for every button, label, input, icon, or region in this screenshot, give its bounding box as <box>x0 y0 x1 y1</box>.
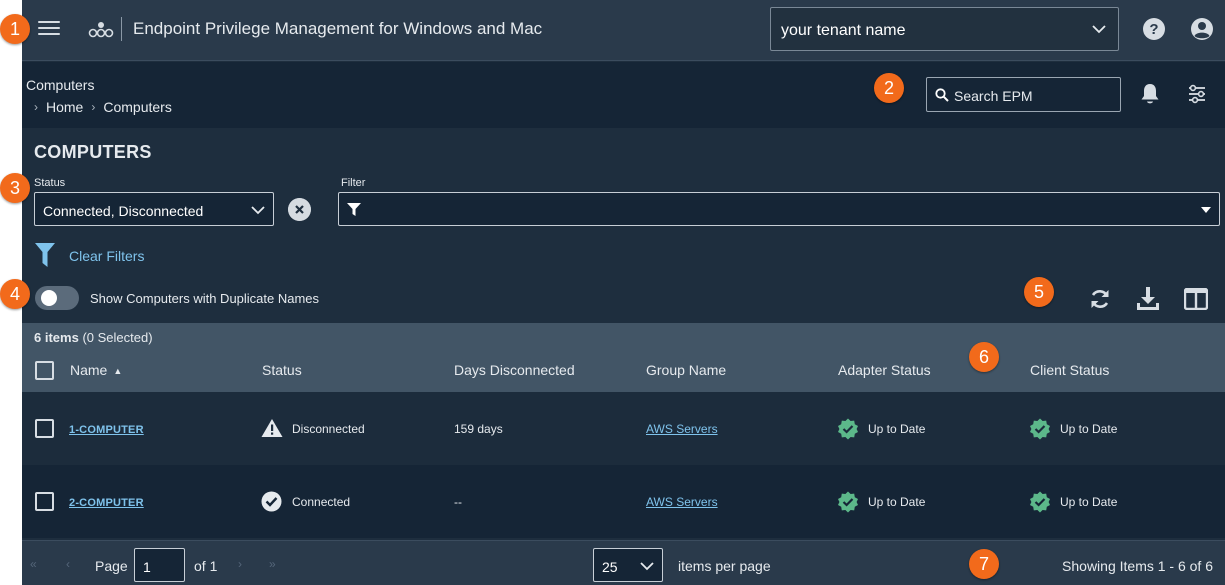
page-title: COMPUTERS <box>34 142 152 162</box>
svg-text:?: ? <box>1149 21 1158 38</box>
user-account-icon[interactable] <box>1190 17 1214 41</box>
breadcrumb-home[interactable]: Home <box>46 99 83 115</box>
days-disconnected: -- <box>454 495 462 509</box>
duplicate-names-label: Show Computers with Duplicate Names <box>90 291 320 306</box>
callout-badge-1: 1 <box>0 14 30 44</box>
items-count: 6 items (0 Selected) <box>34 330 153 345</box>
clear-filters-link[interactable]: Clear Filters <box>69 248 144 264</box>
days-disconnected: 159 days <box>454 422 503 436</box>
column-header-adapter-status[interactable]: Adapter Status <box>838 362 931 378</box>
download-icon[interactable] <box>1136 286 1160 312</box>
chevron-down-icon <box>251 206 265 215</box>
refresh-icon[interactable] <box>1088 287 1112 311</box>
callout-badge-5: 5 <box>1024 277 1054 307</box>
filter-label: Filter <box>341 177 366 189</box>
row-checkbox[interactable] <box>35 419 54 438</box>
row-checkbox[interactable] <box>35 492 54 511</box>
pagination-bar: « ‹ Page 1 of 1 › » 25 items per page Sh… <box>22 540 1225 585</box>
client-status: Up to Date <box>1060 422 1118 436</box>
logo-icon <box>88 22 114 38</box>
column-header-days-disconnected[interactable]: Days Disconnected <box>454 362 575 378</box>
items-count-total: 6 items <box>34 330 79 345</box>
items-count-selected: (0 Selected) <box>82 330 153 345</box>
breadcrumb-computers[interactable]: Computers <box>103 99 171 115</box>
status-text: Disconnected <box>292 422 365 436</box>
page-total: of 1 <box>194 558 218 574</box>
column-header-group-name[interactable]: Group Name <box>646 362 726 378</box>
breadcrumb-separator: › <box>34 100 38 114</box>
tenant-value: your tenant name <box>781 22 906 39</box>
previous-page-icon[interactable]: ‹ <box>66 557 70 571</box>
verified-badge-icon <box>838 491 858 513</box>
items-per-page-value: 25 <box>602 559 618 575</box>
status-select[interactable]: Connected, Disconnected <box>34 192 274 226</box>
sort-ascending-icon[interactable]: ▲ <box>113 366 122 376</box>
bell-icon[interactable] <box>1139 82 1161 106</box>
next-page-icon[interactable]: › <box>238 557 242 571</box>
table-row[interactable]: 1-COMPUTER Disconnected 159 days AWS Ser… <box>22 392 1225 465</box>
search-input[interactable]: Search EPM <box>926 77 1121 112</box>
top-bar: Endpoint Privilege Management for Window… <box>22 0 1225 61</box>
callout-badge-4: 4 <box>0 279 30 309</box>
column-header-status[interactable]: Status <box>262 362 302 378</box>
filter-select[interactable] <box>338 192 1220 226</box>
status-select-value: Connected, Disconnected <box>43 203 204 219</box>
breadcrumb-title: Computers <box>26 77 95 93</box>
caret-down-icon <box>1201 207 1211 213</box>
status-label: Status <box>34 177 66 189</box>
search-placeholder: Search EPM <box>954 88 1033 104</box>
breadcrumb-bar: Computers › Home › Computers Search EPM <box>22 62 1225 128</box>
app-title: Endpoint Privilege Management for Window… <box>133 19 543 38</box>
page-number-value: 1 <box>143 559 151 575</box>
breadcrumb-separator: › <box>91 100 96 114</box>
verified-badge-icon <box>1030 418 1050 440</box>
warning-icon <box>261 419 283 437</box>
columns-icon[interactable] <box>1184 288 1208 310</box>
showing-items: Showing Items 1 - 6 of 6 <box>1062 558 1213 574</box>
filter-icon <box>35 243 55 267</box>
select-all-checkbox[interactable] <box>35 361 54 380</box>
title-divider <box>121 17 122 41</box>
group-name-link[interactable]: AWS Servers <box>646 495 718 509</box>
filter-icon <box>347 203 361 216</box>
search-icon <box>935 88 949 102</box>
computer-name-link[interactable]: 1-COMPUTER <box>69 424 144 436</box>
items-per-page-label: items per page <box>678 558 771 574</box>
grid-header: 6 items (0 Selected) Name ▲ Status Days D… <box>22 323 1225 392</box>
group-name-link[interactable]: AWS Servers <box>646 422 718 436</box>
toggle-knob <box>41 290 57 306</box>
breadcrumb: › Home › Computers <box>34 99 172 115</box>
chevron-down-icon <box>1092 25 1106 34</box>
menu-icon[interactable] <box>38 18 60 40</box>
callout-badge-2: 2 <box>874 73 904 103</box>
callout-badge-7: 7 <box>969 549 999 579</box>
check-circle-icon <box>261 491 282 512</box>
tenant-select[interactable]: your tenant name <box>770 7 1119 51</box>
page-label: Page <box>95 558 128 574</box>
verified-badge-icon <box>838 418 858 440</box>
callout-badge-3: 3 <box>0 173 30 203</box>
duplicate-names-toggle[interactable] <box>35 286 79 310</box>
client-status: Up to Date <box>1060 495 1118 509</box>
adapter-status: Up to Date <box>868 422 926 436</box>
help-icon[interactable]: ? <box>1142 17 1166 41</box>
clear-status-icon[interactable] <box>288 198 311 221</box>
callout-badge-6: 6 <box>969 342 999 372</box>
items-per-page-select[interactable]: 25 <box>593 548 663 582</box>
column-header-name-label: Name <box>70 362 108 378</box>
table-row[interactable]: 2-COMPUTER Connected -- AWS Servers Up t… <box>22 465 1225 538</box>
chevron-down-icon <box>640 562 654 571</box>
column-header-client-status[interactable]: Client Status <box>1030 362 1109 378</box>
page-number-input[interactable]: 1 <box>134 548 185 582</box>
computer-name-link[interactable]: 2-COMPUTER <box>69 497 144 509</box>
column-header-name[interactable]: Name ▲ <box>70 362 122 378</box>
settings-sliders-icon[interactable] <box>1187 84 1207 104</box>
adapter-status: Up to Date <box>868 495 926 509</box>
status-text: Connected <box>292 495 351 509</box>
verified-badge-icon <box>1030 491 1050 513</box>
last-page-icon[interactable]: » <box>269 557 276 571</box>
first-page-icon[interactable]: « <box>30 557 37 571</box>
